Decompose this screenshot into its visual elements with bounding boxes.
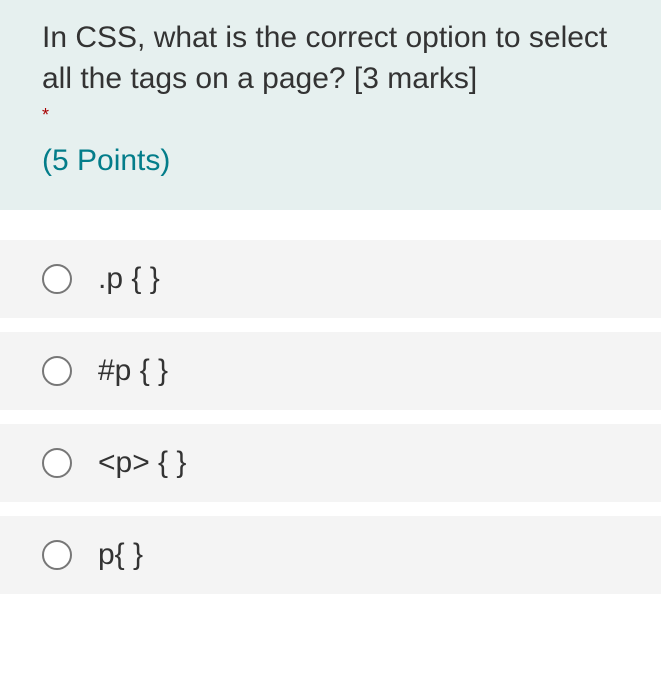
bottom-spacer <box>0 594 661 654</box>
option-row[interactable]: p{ } <box>0 516 661 594</box>
question-text: In CSS, what is the correct option to se… <box>42 18 619 99</box>
option-row[interactable]: <p> { } <box>0 424 661 502</box>
option-label: #p { } <box>98 354 168 388</box>
required-indicator: * <box>42 105 619 126</box>
option-row[interactable]: #p { } <box>0 332 661 410</box>
radio-icon[interactable] <box>42 264 72 294</box>
options-list: .p { } #p { } <p> { } p{ } <box>0 210 661 594</box>
option-label: p{ } <box>98 538 143 572</box>
radio-icon[interactable] <box>42 540 72 570</box>
option-label: <p> { } <box>98 446 186 480</box>
option-label: .p { } <box>98 262 160 296</box>
option-row[interactable]: .p { } <box>0 240 661 318</box>
points-label: (5 Points) <box>42 144 619 178</box>
radio-icon[interactable] <box>42 356 72 386</box>
radio-icon[interactable] <box>42 448 72 478</box>
question-header: In CSS, what is the correct option to se… <box>0 0 661 210</box>
